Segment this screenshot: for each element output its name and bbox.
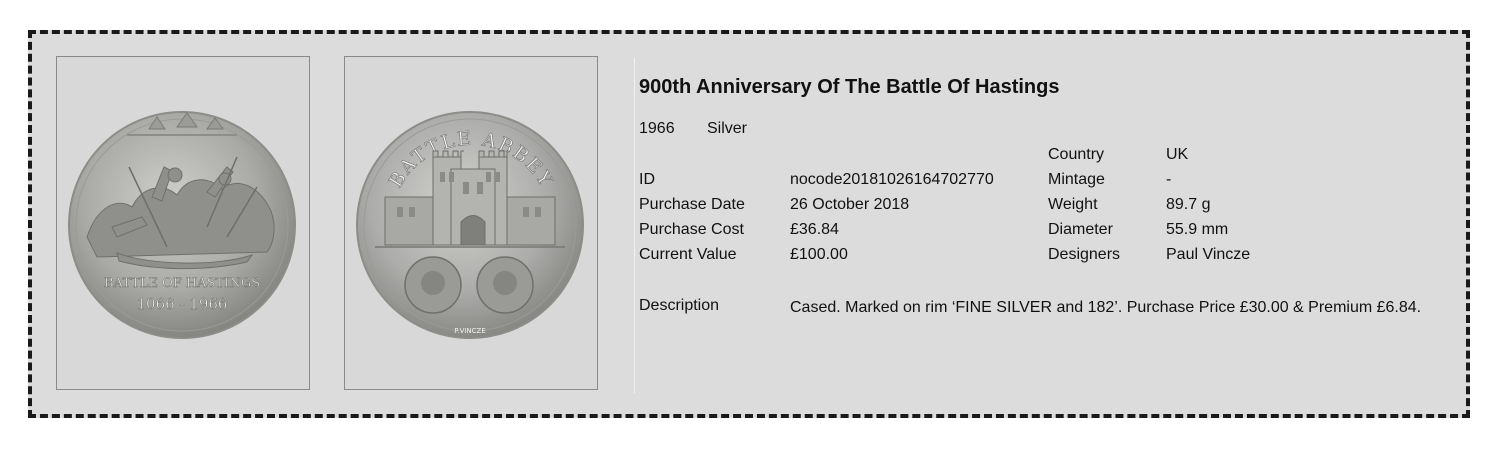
medal-record-card: BATTLE OF HASTINGS 1066 - 1966 BATTLE AB… (28, 30, 1470, 418)
medal-title: 900th Anniversary Of The Battle Of Hasti… (639, 76, 1060, 98)
country-value: UK (1166, 146, 1189, 163)
id-value: nocode20181026164702770 (790, 171, 994, 188)
purchase-date-value: 26 October 2018 (790, 196, 910, 213)
diameter-label: Diameter (1048, 221, 1113, 238)
column-divider (634, 58, 635, 393)
mintage-label: Mintage (1048, 171, 1105, 188)
reverse-photo: BATTLE ABBEY P.VINCZE (344, 56, 598, 390)
obverse-photo: BATTLE OF HASTINGS 1066 - 1966 (56, 56, 310, 390)
purchase-date-label: Purchase Date (639, 196, 745, 213)
reverse-signature: P.VINCZE (454, 327, 486, 335)
mintage-value: - (1166, 171, 1172, 188)
purchase-cost-label: Purchase Cost (639, 221, 744, 238)
current-value-value: £100.00 (790, 246, 848, 263)
reverse-medal-image: BATTLE ABBEY P.VINCZE (356, 111, 584, 339)
obverse-legend-line2: 1066 - 1966 (137, 295, 228, 313)
weight-label: Weight (1048, 196, 1098, 213)
country-label: Country (1048, 146, 1105, 163)
metal-value: Silver (707, 120, 748, 137)
current-value-label: Current Value (639, 246, 737, 263)
obverse-medal-image: BATTLE OF HASTINGS 1066 - 1966 (68, 111, 296, 339)
designers-label: Designers (1048, 246, 1121, 263)
description-label: Description (639, 297, 720, 314)
id-label: ID (639, 171, 655, 188)
weight-value: 89.7 g (1166, 196, 1211, 213)
year-value: 1966 (639, 120, 675, 137)
obverse-legend-line1: BATTLE OF HASTINGS (104, 276, 260, 291)
purchase-cost-value: £36.84 (790, 221, 839, 238)
description-value: Cased. Marked on rim ‘FINE SILVER and 18… (790, 299, 1422, 316)
diameter-value: 55.9 mm (1166, 221, 1229, 238)
designers-value: Paul Vincze (1166, 246, 1251, 263)
